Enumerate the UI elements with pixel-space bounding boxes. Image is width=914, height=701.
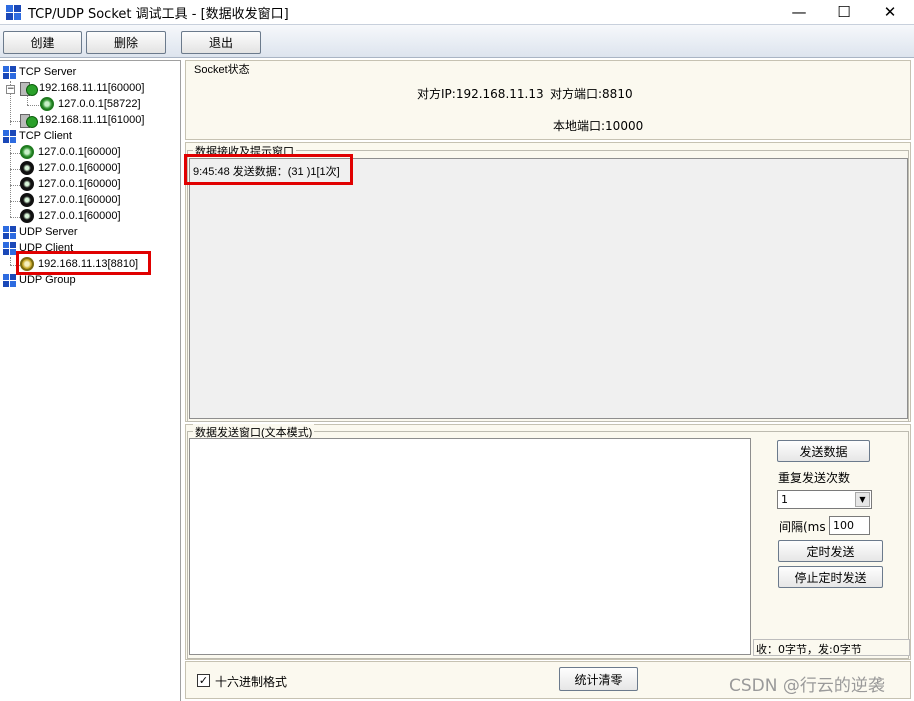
tree-item-tcp-client-1[interactable]: 127.0.0.1[60000] xyxy=(20,160,121,176)
toolbar: 创建 删除 退出 xyxy=(0,24,914,58)
tree-node-tcp-server[interactable]: TCP Server xyxy=(3,64,76,80)
exit-button[interactable]: 退出 xyxy=(181,31,261,54)
tree-node-label: TCP Server xyxy=(19,66,77,78)
tree-line xyxy=(27,95,28,105)
server-icon xyxy=(20,113,38,128)
collapse-icon[interactable]: − xyxy=(6,85,15,94)
tree-node-tcp-client[interactable]: TCP Client xyxy=(3,128,72,144)
tree-line xyxy=(10,185,20,186)
window-title: TCP/UDP Socket 调试工具 - [数据收发窗口] xyxy=(28,7,289,22)
tree-line xyxy=(10,121,20,122)
socket-tree: TCP Server − 192.168.11.11[60000] 127.0.… xyxy=(0,60,181,701)
create-button[interactable]: 创建 xyxy=(3,31,82,54)
tree-node-label: UDP Server xyxy=(19,226,78,238)
peer-ip: 对方IP:192.168.11.13 xyxy=(417,87,544,101)
tree-item-tcp-client-0[interactable]: 127.0.0.1[60000] xyxy=(20,144,121,160)
delete-button[interactable]: 删除 xyxy=(86,31,166,54)
connection-icon xyxy=(20,209,34,223)
stop-timed-send-button[interactable]: 停止定时发送 xyxy=(778,566,883,588)
category-icon xyxy=(3,65,16,79)
tree-line xyxy=(10,145,11,217)
receive-log[interactable]: 9:45:48 发送数据：(31 )1[1次] xyxy=(189,158,908,419)
close-button[interactable]: ✕ xyxy=(867,0,913,24)
interval-input[interactable]: 100 xyxy=(829,516,870,535)
watermark: CSDN @行云的逆袭 xyxy=(729,676,885,696)
send-textarea[interactable] xyxy=(189,438,751,655)
connection-icon xyxy=(20,177,34,191)
category-icon xyxy=(3,225,16,239)
tree-item-label: 127.0.0.1[60000] xyxy=(38,210,121,222)
category-icon xyxy=(3,129,16,143)
minimize-button[interactable]: — xyxy=(776,0,822,24)
tree-node-label: TCP Client xyxy=(19,130,72,142)
tree-item-label: 192.168.11.11[60000] xyxy=(39,82,145,94)
server-icon xyxy=(20,81,38,96)
interval-label: 间隔(ms xyxy=(779,520,826,534)
tree-item-label: 127.0.0.1[60000] xyxy=(38,194,121,206)
connection-icon xyxy=(20,161,34,175)
repeat-count-label: 重复发送次数 xyxy=(778,471,851,485)
hex-format-label: 十六进制格式 xyxy=(215,675,288,689)
repeat-count-value: 1 xyxy=(781,493,788,506)
tree-line xyxy=(10,257,11,265)
local-port: 本地端口:10000 xyxy=(553,119,644,133)
title-bar: TCP/UDP Socket 调试工具 - [数据收发窗口] — ☐ ✕ xyxy=(0,0,914,24)
tree-item-label: 127.0.0.1[60000] xyxy=(38,146,121,158)
tree-item-tcp-server-1[interactable]: 192.168.11.11[61000] xyxy=(20,112,144,128)
maximize-button[interactable]: ☐ xyxy=(821,0,867,24)
highlight-box xyxy=(16,251,151,275)
category-icon xyxy=(3,241,16,255)
tree-item-tcp-server-child[interactable]: 127.0.0.1[58722] xyxy=(40,96,141,112)
tree-line xyxy=(10,201,20,202)
category-icon xyxy=(3,273,16,287)
tree-item-label: 192.168.11.11[61000] xyxy=(39,114,145,126)
connection-icon xyxy=(20,145,34,159)
connection-icon xyxy=(40,97,54,111)
tree-line xyxy=(27,105,41,106)
tree-line xyxy=(10,217,20,218)
hex-format-checkbox[interactable]: ✓ xyxy=(197,674,210,687)
clear-stats-button[interactable]: 统计清零 xyxy=(559,667,638,691)
socket-status-label: Socket状态 xyxy=(192,61,252,77)
byte-stats: 收：0字节，发:0字节 xyxy=(753,639,910,656)
peer-port: 对方端口:8810 xyxy=(550,87,633,101)
tree-item-tcp-client-3[interactable]: 127.0.0.1[60000] xyxy=(20,192,121,208)
tree-item-tcp-client-2[interactable]: 127.0.0.1[60000] xyxy=(20,176,121,192)
tree-line xyxy=(10,169,20,170)
tree-node-udp-server[interactable]: UDP Server xyxy=(3,224,77,240)
tree-node-label: UDP Group xyxy=(19,274,76,286)
tree-item-tcp-server-0[interactable]: 192.168.11.11[60000] xyxy=(20,80,144,96)
repeat-count-select[interactable]: 1 ▼ xyxy=(777,490,872,509)
socket-status-group xyxy=(188,67,908,137)
tree-item-tcp-client-4[interactable]: 127.0.0.1[60000] xyxy=(20,208,121,224)
highlight-box xyxy=(184,154,353,185)
tree-item-label: 127.0.0.1[60000] xyxy=(38,178,121,190)
connection-icon xyxy=(20,193,34,207)
send-data-button[interactable]: 发送数据 xyxy=(777,440,870,462)
tree-item-label: 127.0.0.1[58722] xyxy=(58,98,141,110)
chevron-down-icon[interactable]: ▼ xyxy=(855,492,870,507)
tree-item-label: 127.0.0.1[60000] xyxy=(38,162,121,174)
timed-send-button[interactable]: 定时发送 xyxy=(778,540,883,562)
tree-line xyxy=(10,153,20,154)
app-icon xyxy=(6,5,21,20)
